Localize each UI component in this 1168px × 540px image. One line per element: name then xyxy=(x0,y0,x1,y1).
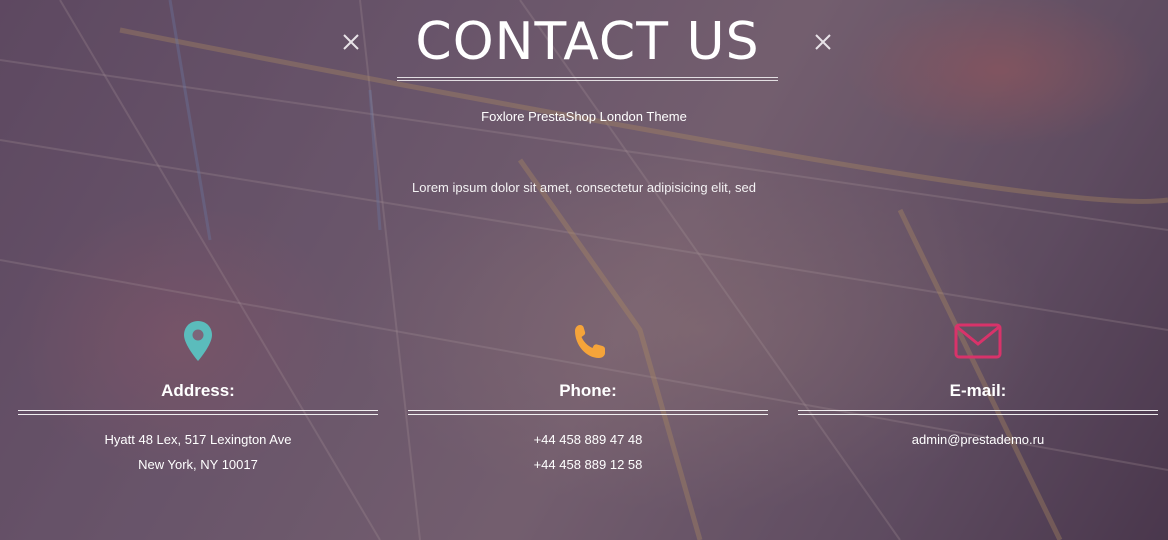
phone-divider xyxy=(408,410,768,415)
address-line: New York, NY 10017 xyxy=(138,457,258,472)
map-pin-icon xyxy=(176,318,220,364)
section-header: CONTACT US xyxy=(0,0,1168,90)
email-heading: E-mail: xyxy=(949,381,1007,400)
cross-decoration-icon xyxy=(342,33,360,51)
email-link[interactable]: admin@prestademo.ru xyxy=(798,427,1158,452)
page-title: CONTACT US xyxy=(415,12,760,72)
email-column: E-mail: admin@prestademo.ru xyxy=(798,318,1158,488)
email-divider xyxy=(798,410,1158,415)
phone-heading: Phone: xyxy=(559,381,617,400)
lead-text: Lorem ipsum dolor sit amet, consectetur … xyxy=(412,180,756,195)
address-column: Address: Hyatt 48 Lex, 517 Lexington Ave… xyxy=(18,318,378,488)
phone-line: +44 458 889 47 48 xyxy=(533,432,643,447)
phone-line: +44 458 889 12 58 xyxy=(533,457,643,472)
phone-column: Phone: +44 458 889 47 48 +44 458 889 12 … xyxy=(408,318,768,488)
cross-decoration-icon xyxy=(814,33,832,51)
subtitle: Foxlore PrestaShop London Theme xyxy=(481,109,687,124)
phone-icon xyxy=(566,318,610,364)
envelope-icon xyxy=(954,318,1002,364)
address-divider xyxy=(18,410,378,415)
address-line: Hyatt 48 Lex, 517 Lexington Ave xyxy=(104,432,292,447)
title-underline xyxy=(397,77,778,81)
address-heading: Address: xyxy=(161,381,235,400)
